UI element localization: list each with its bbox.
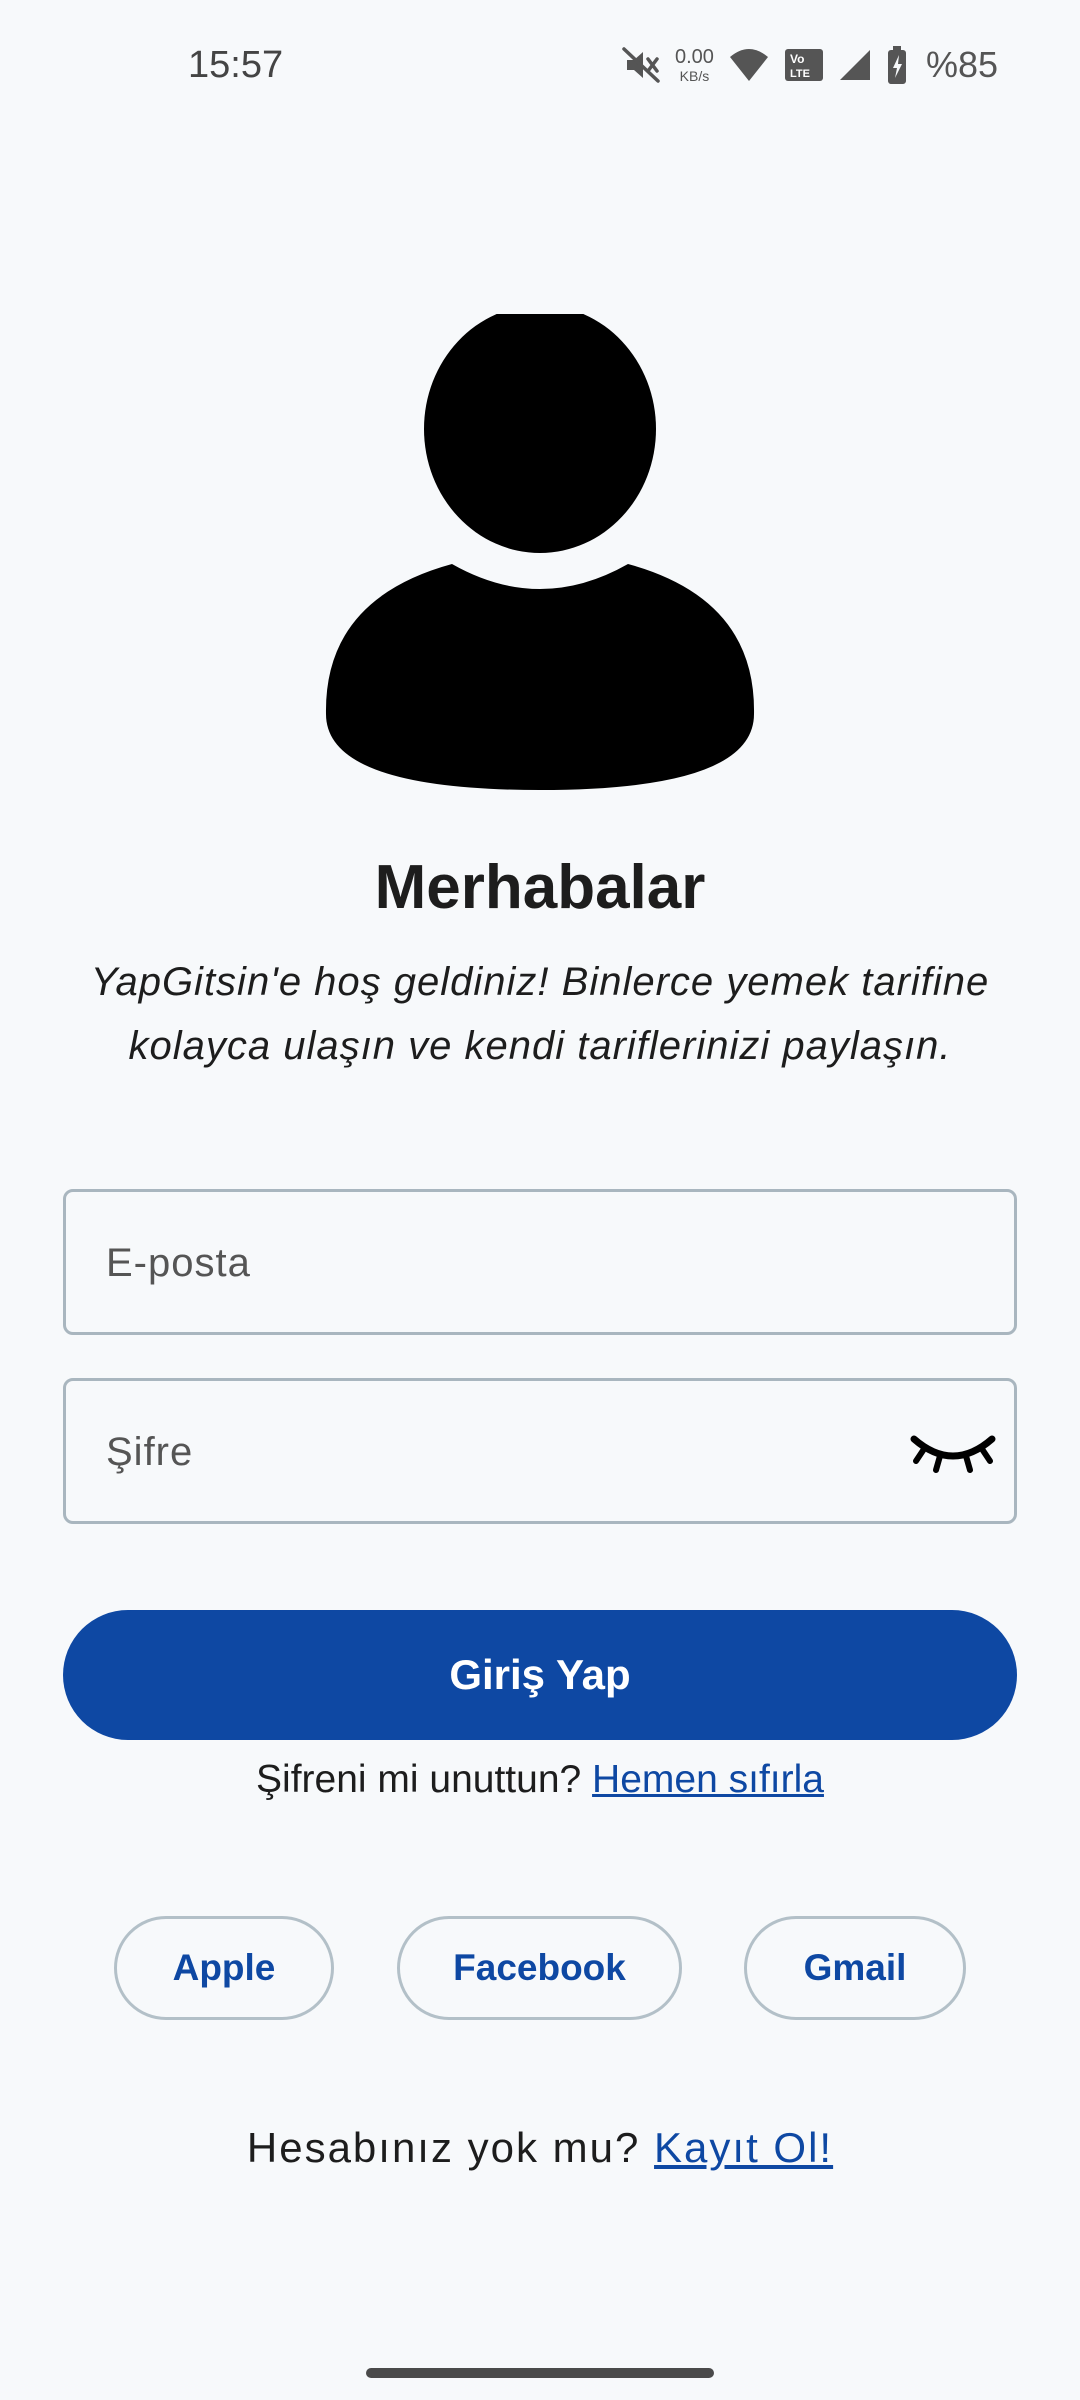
email-field-container [63,1189,1017,1335]
reset-password-link[interactable]: Hemen sıfırla [592,1758,824,1801]
status-bar: 15:57 0.00 KB/s Vo LTE %85 [0,0,1080,130]
battery-icon [886,45,908,85]
apple-login-button[interactable]: Apple [114,1916,334,2020]
password-field-container [63,1378,1017,1524]
page-title: Merhabalar [374,853,706,922]
home-indicator[interactable] [366,2368,714,2378]
signup-row: Hesabınız yok mu? Kayıt Ol! [0,2124,1080,2172]
net-speed: 0.00 KB/s [675,47,714,83]
status-icons: 0.00 KB/s Vo LTE %85 [621,40,998,90]
forgot-password-text: Şifreni mi unuttun? [256,1758,593,1801]
battery-percent: %85 [925,44,998,85]
user-avatar-icon [324,305,756,790]
svg-text:Vo: Vo [790,52,804,66]
facebook-login-button[interactable]: Facebook [397,1916,682,2020]
volte-icon: Vo LTE [784,47,824,83]
status-time: 15:57 [188,44,284,86]
welcome-subtitle: YapGitsin'e hoş geldiniz! Binlerce yemek… [90,960,990,1068]
net-speed-unit: KB/s [679,68,710,84]
password-field[interactable] [104,1381,928,1523]
gmail-login-button[interactable]: Gmail [744,1916,966,2020]
svg-text:LTE: LTE [790,68,810,80]
signup-prompt-text: Hesabınız yok mu? [246,2124,655,2171]
login-screen: 15:57 0.00 KB/s Vo LTE %85 Merhabalar Ya… [0,0,1080,2400]
signup-link[interactable]: Kayıt Ol! [654,2124,833,2171]
net-speed-value: 0.00 [675,46,714,68]
eye-closed-icon[interactable] [908,1421,998,1481]
mute-icon [621,45,661,85]
forgot-password-row: Şifreni mi unuttun? Hemen sıfırla [0,1758,1080,1802]
wifi-icon [728,47,770,83]
email-field[interactable] [104,1192,928,1334]
signal-icon [838,48,872,82]
login-button[interactable]: Giriş Yap [63,1610,1017,1740]
